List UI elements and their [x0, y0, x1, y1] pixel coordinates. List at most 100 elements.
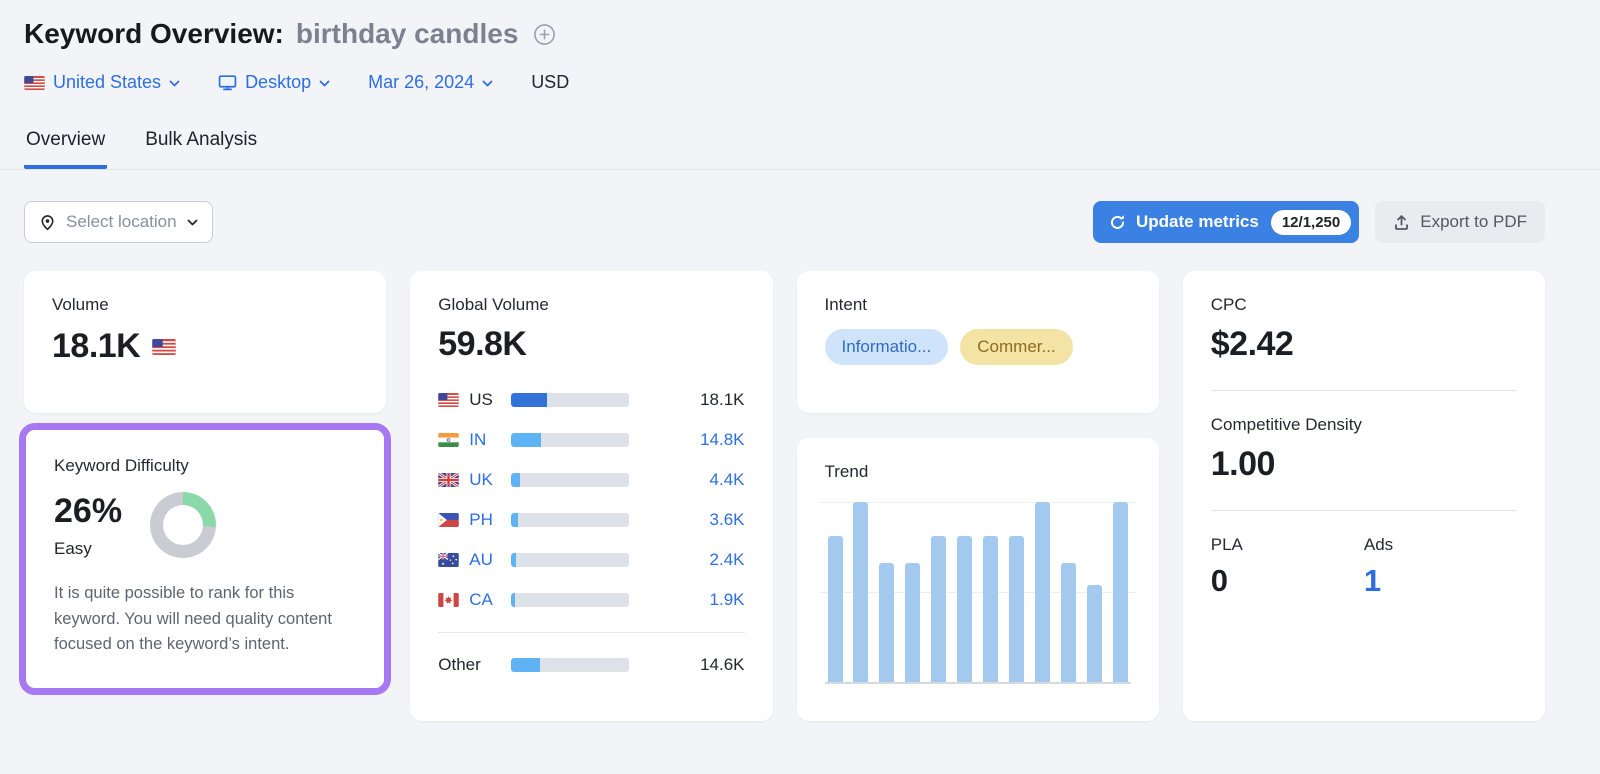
country-code-link[interactable]: CA: [469, 590, 511, 610]
intent-pill[interactable]: Commer...: [960, 329, 1073, 365]
trend-bar: [827, 536, 843, 682]
country-volume-value[interactable]: 2.4K: [629, 550, 745, 570]
country-code-link[interactable]: PH: [469, 510, 511, 530]
country-volume-bar: [511, 393, 630, 407]
volume-card: Volume 18.1K: [24, 271, 387, 413]
divider: [1210, 390, 1517, 391]
divider: [438, 632, 745, 633]
keyword-overview-page: Keyword Overview: birthday candles Unite…: [0, 0, 1600, 774]
other-volume-bar: [511, 658, 630, 672]
ph-flag-icon: [438, 513, 459, 527]
date-filter[interactable]: Mar 26, 2024: [368, 72, 493, 93]
chevron-down-icon: [169, 80, 180, 87]
keyword-difficulty-level: Easy: [54, 539, 92, 558]
toolbar: Select location Update metrics 12/1,250 …: [0, 201, 1600, 243]
country-volume-value[interactable]: 3.6K: [629, 510, 745, 530]
currency-label: USD: [531, 72, 570, 92]
tab-bulk-analysis[interactable]: Bulk Analysis: [143, 119, 259, 169]
global-volume-row: IN 14.8K: [438, 430, 745, 450]
column-volume-kd: Volume 18.1K Keyword Difficulty 26% Easy: [19, 271, 392, 695]
volume-label: Volume: [52, 295, 109, 314]
metrics-grid: Volume 18.1K Keyword Difficulty 26% Easy: [0, 243, 1600, 721]
global-volume-card: Global Volume 59.8K US 18.1K IN 14.8K UK 4.4K…: [410, 271, 773, 721]
trend-bar: [1112, 502, 1128, 682]
country-code-link[interactable]: AU: [469, 550, 511, 570]
volume-value: 18.1K: [52, 327, 141, 365]
chevron-down-icon: [187, 219, 197, 225]
column-intent-trend: Intent Informatio... Commer... Trend: [796, 271, 1159, 721]
country-code-link[interactable]: UK: [469, 470, 511, 490]
trend-bar: [905, 563, 921, 682]
other-volume-value: 14.6K: [700, 655, 745, 674]
trend-label: Trend: [824, 462, 869, 481]
trend-bars: [825, 502, 1131, 682]
export-pdf-button[interactable]: Export to PDF: [1375, 201, 1545, 243]
filter-bar: United States Desktop Mar 26, 2024 USD: [0, 50, 1600, 93]
device-filter[interactable]: Desktop: [218, 72, 330, 93]
global-volume-row: US 18.1K: [438, 390, 745, 410]
intent-pills: Informatio... Commer...: [824, 329, 1131, 365]
country-code-link: US: [469, 390, 493, 409]
country-code-link[interactable]: IN: [469, 430, 511, 450]
update-metrics-button[interactable]: Update metrics 12/1,250: [1093, 201, 1360, 243]
cpc-label: CPC: [1210, 295, 1247, 314]
country-filter[interactable]: United States: [24, 72, 180, 93]
trend-bar-chart: [818, 502, 1137, 684]
keyword-difficulty-highlight: Keyword Difficulty 26% Easy It is quite …: [19, 423, 392, 695]
toolbar-actions: Update metrics 12/1,250 Export to PDF: [1093, 201, 1545, 243]
au-flag-icon: [438, 553, 459, 567]
tab-overview[interactable]: Overview: [24, 119, 108, 169]
competitive-density-value: 1.00: [1210, 445, 1276, 483]
country-volume-bar: [511, 473, 630, 487]
chevron-down-icon: [482, 80, 493, 87]
in-flag-icon: [438, 433, 459, 447]
ca-flag-icon: [438, 593, 459, 607]
trend-bar: [1008, 536, 1024, 682]
global-volume-row: UK 4.4K: [438, 470, 745, 490]
keyword-difficulty-label: Keyword Difficulty: [54, 456, 189, 475]
select-location-button[interactable]: Select location: [24, 201, 213, 243]
global-volume-row: AU 2.4K: [438, 550, 745, 570]
location-pin-icon: [39, 214, 56, 231]
intent-pill[interactable]: Informatio...: [824, 329, 949, 365]
select-location-label: Select location: [66, 212, 177, 231]
intent-card: Intent Informatio... Commer...: [796, 271, 1159, 413]
difficulty-donut-chart: [150, 492, 217, 558]
pla-block: PLA 0: [1211, 535, 1364, 599]
other-label: Other: [438, 655, 481, 674]
global-volume-other-row: Other 14.6K: [438, 655, 744, 675]
trend-bar: [957, 536, 973, 682]
country-volume-value[interactable]: 1.9K: [629, 590, 745, 610]
trend-bar: [1086, 584, 1102, 682]
global-volume-row: PH 3.6K: [438, 510, 745, 530]
chevron-down-icon: [319, 80, 330, 87]
intent-label: Intent: [824, 295, 868, 314]
country-volume-value[interactable]: 4.4K: [629, 470, 745, 490]
ads-value[interactable]: 1: [1364, 563, 1517, 599]
us-flag-icon: [24, 75, 45, 90]
country-filter-label: United States: [53, 72, 162, 92]
divider: [1210, 510, 1517, 511]
trend-bar: [853, 502, 869, 682]
ads-label: Ads: [1363, 535, 1394, 554]
country-volume-bar: [511, 593, 630, 607]
country-volume-bar: [511, 513, 630, 527]
add-keyword-icon[interactable]: [532, 22, 557, 47]
refresh-icon: [1110, 214, 1125, 229]
cpc-value: $2.42: [1210, 325, 1294, 363]
us-flag-icon: [438, 393, 459, 407]
global-volume-row: CA 1.9K: [438, 590, 745, 610]
page-title-keyword: birthday candles: [295, 18, 519, 49]
global-volume-rows: US 18.1K IN 14.8K UK 4.4K PH 3.6K AU 2.4K CA 1.9K: [438, 390, 745, 610]
trend-card: Trend: [796, 438, 1159, 721]
export-pdf-label: Export to PDF: [1420, 212, 1527, 231]
trend-bar: [1060, 563, 1076, 682]
keyword-difficulty-value: 26%: [54, 492, 123, 530]
ads-block: Ads 1: [1364, 535, 1517, 599]
trend-bar: [983, 536, 999, 682]
country-volume-bar: [511, 553, 630, 567]
keyword-difficulty-card: Keyword Difficulty 26% Easy It is quite …: [26, 430, 385, 688]
update-metrics-count-badge: 12/1,250: [1270, 209, 1352, 235]
pla-label: PLA: [1210, 535, 1243, 554]
country-volume-value[interactable]: 14.8K: [629, 430, 744, 450]
